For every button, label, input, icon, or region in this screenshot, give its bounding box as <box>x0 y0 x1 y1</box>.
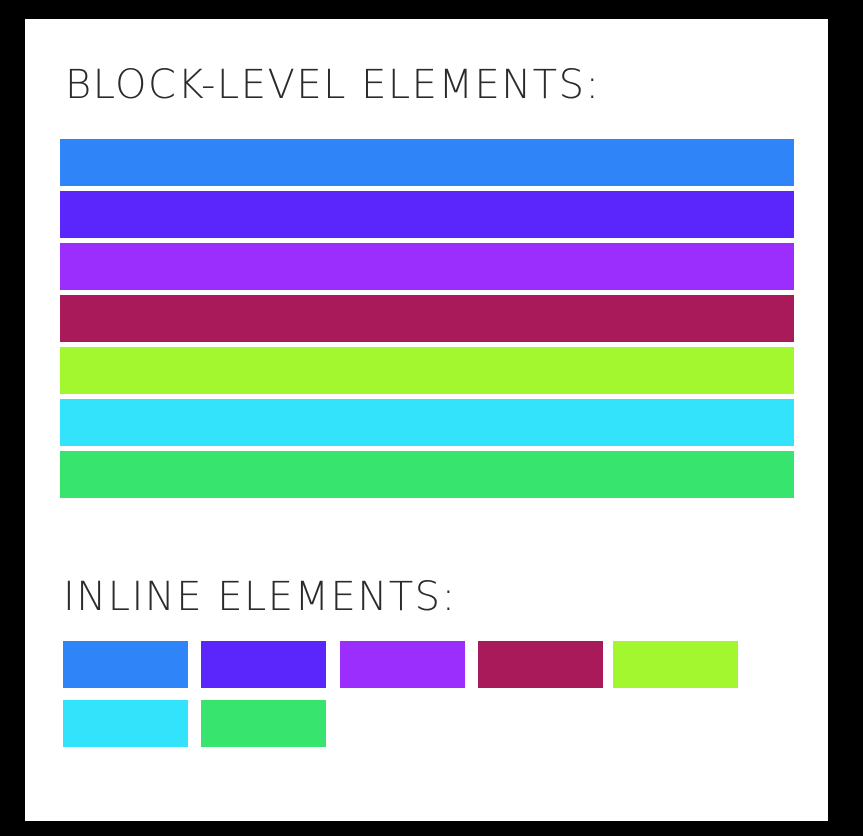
inline-box <box>201 641 326 688</box>
slide-canvas: BLOCK-LEVEL ELEMENTS: INLINE ELEMENTS: <box>25 19 828 821</box>
block-bar <box>60 295 794 342</box>
block-level-heading: BLOCK-LEVEL ELEMENTS: <box>65 62 601 108</box>
inline-box <box>63 641 188 688</box>
block-level-bars <box>60 139 794 503</box>
inline-box <box>201 700 326 747</box>
block-bar <box>60 347 794 394</box>
block-bar <box>60 399 794 446</box>
block-bar <box>60 191 794 238</box>
inline-box <box>63 700 188 747</box>
inline-box <box>613 641 738 688</box>
inline-heading: INLINE ELEMENTS: <box>63 574 457 620</box>
inline-box <box>340 641 465 688</box>
inline-box <box>478 641 603 688</box>
block-bar <box>60 243 794 290</box>
block-bar <box>60 139 794 186</box>
block-bar <box>60 451 794 498</box>
